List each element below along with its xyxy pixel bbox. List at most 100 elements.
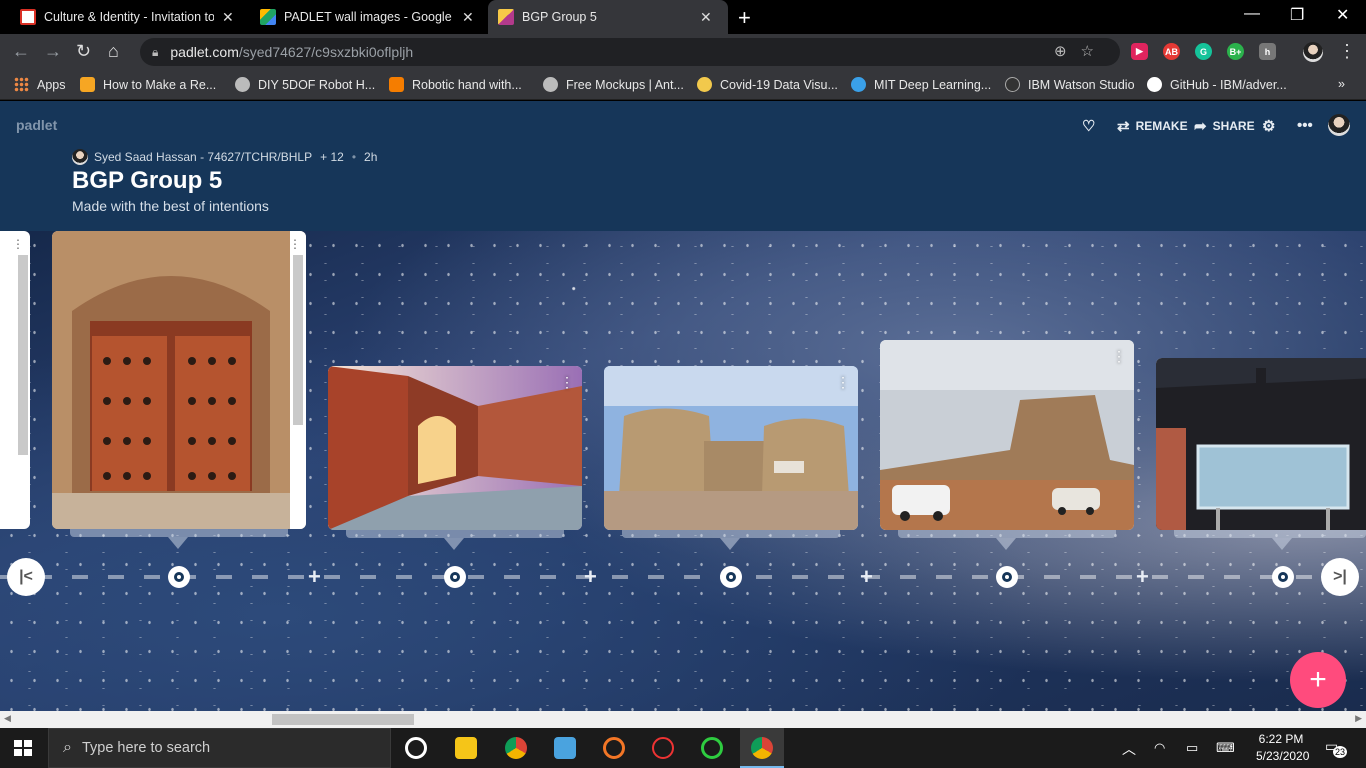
back-button[interactable]: ← — [12, 41, 30, 62]
blogger-icon — [389, 77, 404, 92]
scroll-left-icon[interactable]: ◀ — [4, 713, 11, 724]
wifi-icon[interactable]: ◠ — [1154, 740, 1165, 756]
close-icon[interactable]: ✕ — [700, 9, 712, 26]
scrollbar[interactable] — [18, 255, 28, 455]
forward-button[interactable]: → — [44, 41, 62, 62]
add-post-icon[interactable]: + — [860, 564, 873, 590]
close-icon[interactable]: ✕ — [222, 9, 234, 26]
post-card[interactable]: ⋮ — [52, 231, 306, 529]
tab-gmail[interactable]: Culture & Identity - Invitation to ✕ — [10, 0, 248, 34]
scroll-right-icon[interactable]: ▶ — [1355, 713, 1362, 724]
clock[interactable]: 6:22 PM 5/23/2020 — [1256, 732, 1309, 763]
battery-icon[interactable]: ▭ — [1186, 740, 1198, 756]
more-vertical-icon[interactable]: ⋮ — [12, 237, 24, 251]
timeline-node[interactable] — [444, 566, 466, 588]
more-vertical-icon[interactable]: ⋮ — [836, 374, 850, 391]
windows-start-icon[interactable] — [14, 740, 32, 756]
post-card[interactable]: ⋮ — [604, 366, 858, 530]
more-vertical-icon[interactable]: ⋮ — [560, 374, 574, 391]
reload-button[interactable]: ↻ — [76, 41, 91, 62]
add-post-icon[interactable]: + — [584, 564, 597, 590]
bookmark-item[interactable]: Free Mockups | Ant... — [543, 77, 684, 92]
fort-signboard-image — [1156, 358, 1366, 530]
home-button[interactable]: ⌂ — [108, 41, 119, 62]
bookmark-item[interactable]: Covid-19 Data Visu... — [697, 77, 838, 92]
user-avatar[interactable] — [1328, 114, 1356, 136]
tab-bgp-group-5[interactable]: BGP Group 5 ✕ — [488, 0, 728, 34]
remake-button[interactable]: ⇄ REMAKE — [1117, 117, 1188, 135]
gmail-icon — [20, 9, 36, 25]
taskbar-search-input[interactable]: ⌕ Type here to search — [48, 728, 391, 768]
more-bookmarks-icon[interactable]: » — [1338, 77, 1345, 91]
new-tab-button[interactable]: + — [738, 5, 751, 31]
app-icon[interactable] — [554, 737, 576, 759]
scrollbar-thumb[interactable] — [272, 714, 414, 725]
close-window-button[interactable]: ✕ — [1336, 5, 1349, 25]
active-chrome-taskbar-button[interactable] — [740, 728, 784, 768]
timeline-node[interactable] — [720, 566, 742, 588]
task-view-icon[interactable] — [405, 737, 427, 759]
avatar — [1328, 114, 1350, 136]
like-button[interactable]: ♡ — [1082, 117, 1101, 135]
padlet-logo[interactable]: padlet — [16, 117, 57, 133]
minimize-button[interactable]: — — [1244, 5, 1260, 23]
app-icon[interactable] — [701, 737, 723, 759]
network-icon — [851, 77, 866, 92]
post-card[interactable]: ⋮ — [0, 231, 30, 529]
address-bar[interactable]: 🔒︎ padlet.com/syed74627/c9sxzbki0oflpljh… — [140, 38, 1120, 66]
share-icon: ➦ — [1194, 118, 1207, 135]
more-vertical-icon[interactable]: ⋮ — [1112, 348, 1126, 365]
timeline-node[interactable] — [168, 566, 190, 588]
post-card[interactable]: ⋮ — [880, 340, 1134, 530]
bookmark-item[interactable]: DIY 5DOF Robot H... — [235, 77, 375, 92]
bookmark-item[interactable]: MIT Deep Learning... — [851, 77, 991, 92]
add-post-icon[interactable]: + — [308, 564, 321, 590]
post-card[interactable] — [1156, 358, 1366, 530]
close-icon[interactable]: ✕ — [462, 9, 474, 26]
more-options-button[interactable]: ••• — [1297, 117, 1319, 134]
author-name: Syed Saad Hassan - 74627/TCHR/BHLP — [94, 150, 313, 164]
profile-avatar[interactable] — [1303, 42, 1323, 62]
notification-center-icon[interactable]: ▭ 23 — [1325, 738, 1348, 758]
timeline-node[interactable] — [1272, 566, 1294, 588]
bookmark-star-icon[interactable]: ⊕☆ — [1054, 42, 1108, 60]
bookmark-apps[interactable]: Apps — [14, 77, 66, 92]
timeline-node[interactable] — [996, 566, 1018, 588]
notification-badge: 23 — [1333, 746, 1348, 758]
github-icon — [1147, 77, 1162, 92]
chrome-icon[interactable] — [505, 737, 527, 759]
bookmark-item[interactable]: GitHub - IBM/adver... — [1147, 77, 1287, 92]
keyboard-icon[interactable]: ⌨ — [1216, 740, 1235, 756]
extension-icon[interactable]: ▶ — [1131, 43, 1148, 60]
extension-icon[interactable]: h — [1259, 43, 1276, 60]
horizontal-scrollbar[interactable]: ◀ ▶ — [0, 711, 1366, 728]
extension-icon[interactable]: B+ — [1227, 43, 1244, 60]
timeline-end-button[interactable]: >| — [1321, 558, 1359, 596]
tab-google-drive[interactable]: PADLET wall images - Google Dri ✕ — [250, 0, 486, 34]
share-button[interactable]: ➦ SHARE — [1194, 117, 1255, 135]
post-card[interactable]: ⋮ — [328, 366, 582, 530]
menu-icon[interactable]: ⋮ — [1338, 41, 1356, 62]
bookmark-item[interactable]: How to Make a Re... — [80, 77, 216, 92]
more-vertical-icon[interactable]: ⋮ — [289, 237, 301, 251]
bookmarks-bar: Apps How to Make a Re... DIY 5DOF Robot … — [0, 70, 1366, 100]
spider-app-icon[interactable] — [652, 737, 674, 759]
add-post-button[interactable]: + — [1290, 652, 1346, 708]
jupyter-icon[interactable] — [603, 737, 625, 759]
restore-button[interactable]: ❐ — [1290, 5, 1304, 25]
ibm-watson-icon — [1005, 77, 1020, 92]
covid-icon — [697, 77, 712, 92]
fort-archway-image — [328, 366, 582, 530]
chevron-up-icon[interactable]: ︿ — [1122, 739, 1136, 759]
adblock-icon[interactable]: AB — [1163, 43, 1180, 60]
add-post-icon[interactable]: + — [1136, 564, 1149, 590]
bookmark-item[interactable]: IBM Watson Studio — [1005, 77, 1135, 92]
settings-button[interactable]: ⚙ — [1262, 117, 1281, 135]
like-count: + 12 — [320, 150, 344, 164]
gear-icon: ⚙ — [1262, 118, 1276, 135]
bookmark-item[interactable]: Robotic hand with... — [389, 77, 522, 92]
grammarly-icon[interactable]: G — [1195, 43, 1212, 60]
timeline-start-button[interactable]: |< — [7, 558, 45, 596]
windows-taskbar: ⌕ Type here to search ︿ ◠ ▭ ⌨ 6:22 PM 5/… — [0, 728, 1366, 768]
file-explorer-icon[interactable] — [455, 737, 477, 759]
